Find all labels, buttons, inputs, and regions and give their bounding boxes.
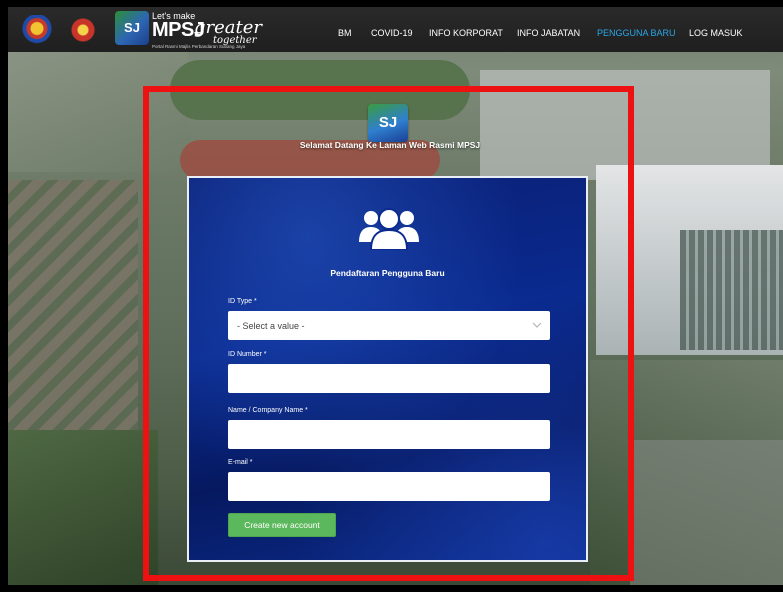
top-navbar: SJ Let's make MPSJ greater together Port… xyxy=(8,7,783,52)
frame-bottom xyxy=(0,585,783,592)
council-crest-icon[interactable] xyxy=(68,15,98,45)
frame-top xyxy=(0,0,783,7)
nav-item-bm[interactable]: BM xyxy=(338,28,352,38)
highlight-box xyxy=(143,86,634,581)
state-crest-icon[interactable] xyxy=(22,15,52,45)
nav-item-log-masuk[interactable]: LOG MASUK xyxy=(689,28,743,38)
frame-left xyxy=(0,0,8,592)
nav-item-pengguna-baru[interactable]: PENGGUNA BARU xyxy=(597,28,676,38)
nav-item-info-jabatan[interactable]: INFO JABATAN xyxy=(517,28,580,38)
logo-portal-caption: Portal Rasmi Majlis Perbandaran Subang J… xyxy=(152,44,246,49)
nav-item-covid19[interactable]: COVID-19 xyxy=(371,28,413,38)
mpsj-logo-icon[interactable]: SJ xyxy=(115,11,149,45)
nav-item-info-korporat[interactable]: INFO KORPORAT xyxy=(429,28,503,38)
